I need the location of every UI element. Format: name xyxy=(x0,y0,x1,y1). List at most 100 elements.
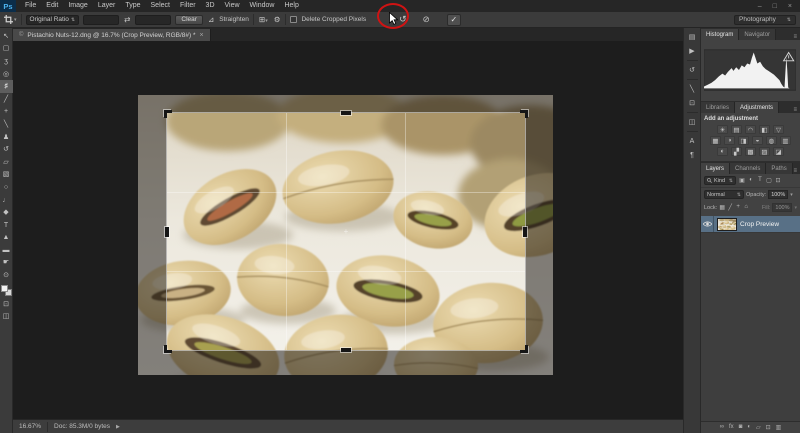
healing-brush-tool[interactable]: + xyxy=(0,106,13,119)
quick-selection-tool[interactable]: ◎ xyxy=(0,68,13,81)
black-white-icon[interactable]: ◨ xyxy=(738,136,749,145)
layer-name[interactable]: Crop Preview xyxy=(740,221,779,228)
layer-effects-icon[interactable]: fx xyxy=(729,424,734,431)
crop-center-marker[interactable]: + xyxy=(344,227,349,236)
channel-mixer-icon[interactable]: ◍ xyxy=(766,136,777,145)
crop-handle-right[interactable] xyxy=(523,226,527,237)
lock-position-icon[interactable]: + xyxy=(735,204,741,211)
crop-tool[interactable]: ♯ xyxy=(0,80,13,93)
posterize-icon[interactable]: ▞ xyxy=(731,147,742,156)
screen-mode-button[interactable]: ◫ xyxy=(0,310,13,323)
layer-thumbnail[interactable] xyxy=(717,217,737,231)
lasso-tool[interactable]: ʒ xyxy=(0,55,13,68)
delete-cropped-pixels-checkbox[interactable] xyxy=(290,16,298,23)
crop-height-input[interactable] xyxy=(135,14,172,25)
layer-filter-kind-select[interactable]: Kind ⇅ xyxy=(704,176,736,185)
straighten-icon[interactable]: ⊿ xyxy=(207,15,215,24)
crop-tool-icon[interactable]: ▾ xyxy=(4,15,17,24)
menu-item[interactable]: Filter xyxy=(175,0,201,12)
foreground-color-swatch[interactable] xyxy=(0,284,8,292)
actions-panel-icon[interactable]: ▶ xyxy=(686,46,699,56)
crop-handle-top[interactable] xyxy=(341,111,351,115)
divider[interactable] xyxy=(686,60,698,61)
filter-smart-objects-icon[interactable]: ⊡ xyxy=(774,177,782,184)
layer-mask-icon[interactable]: ◙ xyxy=(739,424,743,431)
clone-source-panel-icon[interactable]: ⊡ xyxy=(686,98,699,108)
marquee-tool[interactable]: ▢ xyxy=(0,43,13,56)
brightness-contrast-icon[interactable]: ☀ xyxy=(717,125,728,134)
minimize-button[interactable]: – xyxy=(758,3,762,10)
tab-libraries[interactable]: Libraries xyxy=(701,102,736,113)
crop-handle-left[interactable] xyxy=(165,226,169,237)
filter-shape-layers-icon[interactable]: ▢ xyxy=(765,177,773,184)
hand-tool[interactable]: ☛ xyxy=(0,257,13,270)
exposure-icon[interactable]: ◧ xyxy=(759,125,770,134)
lock-pixels-icon[interactable]: ╱ xyxy=(727,204,733,211)
crop-handle-bottom-right[interactable] xyxy=(520,345,528,353)
tab-navigator[interactable]: Navigator xyxy=(739,29,777,40)
divider[interactable] xyxy=(686,79,698,80)
crop-handle-top-right[interactable] xyxy=(520,110,528,118)
eraser-tool[interactable]: ▱ xyxy=(0,156,13,169)
history-brush-tool[interactable]: ↺ xyxy=(0,143,13,156)
lock-transparency-icon[interactable]: ▦ xyxy=(719,204,725,211)
selective-color-icon[interactable]: ◪ xyxy=(773,147,784,156)
document-tab[interactable]: © Pistachio Nuts-12.dng @ 16.7% (Crop Pr… xyxy=(13,29,211,41)
color-balance-icon[interactable]: ◑ xyxy=(724,136,735,145)
crop-handle-top-left[interactable] xyxy=(164,110,172,118)
lock-all-icon[interactable]: ⌂ xyxy=(743,204,749,211)
restore-button[interactable]: □ xyxy=(773,3,777,10)
commit-crop-button[interactable]: ✓ xyxy=(446,13,461,26)
tool-presets-panel-icon[interactable]: ◫ xyxy=(686,117,699,127)
tab-close-icon[interactable]: × xyxy=(200,32,204,39)
zoom-level[interactable]: 16.67% xyxy=(19,423,41,430)
aspect-ratio-select[interactable]: Original Ratio ⇅ xyxy=(25,14,80,25)
chevron-down-icon[interactable]: ▾ xyxy=(790,192,793,198)
divider[interactable] xyxy=(686,112,698,113)
shape-tool[interactable]: ▬ xyxy=(0,244,13,257)
filter-pixel-layers-icon[interactable]: ▣ xyxy=(738,177,746,184)
menu-item[interactable]: Window xyxy=(245,0,280,12)
gradient-map-icon[interactable]: ▨ xyxy=(759,147,770,156)
zoom-tool[interactable]: ⊙ xyxy=(0,269,13,282)
close-button[interactable]: × xyxy=(788,3,792,10)
status-flyout-icon[interactable]: ▶ xyxy=(116,424,120,430)
crop-box[interactable]: + xyxy=(164,110,528,353)
clear-button[interactable]: Clear xyxy=(175,14,203,25)
layer-visibility-toggle[interactable] xyxy=(701,216,714,232)
crop-handle-bottom[interactable] xyxy=(341,348,351,352)
menu-item[interactable]: Edit xyxy=(41,0,63,12)
history-panel-icon[interactable]: ↺ xyxy=(686,65,699,75)
layer-group-icon[interactable]: ▱ xyxy=(756,424,761,431)
blend-mode-select[interactable]: Normal ⇅ xyxy=(704,190,744,199)
menu-item[interactable]: View xyxy=(220,0,245,12)
layer-row-crop-preview[interactable]: Crop Preview xyxy=(701,216,800,232)
delete-cropped-pixels-label[interactable]: Delete Cropped Pixels xyxy=(301,16,366,23)
divider[interactable] xyxy=(686,131,698,132)
adjustment-layer-icon[interactable]: ◐ xyxy=(747,424,751,431)
blur-tool[interactable]: ○ xyxy=(0,181,13,194)
straighten-label[interactable]: Straighten xyxy=(219,16,249,23)
pen-tool[interactable]: ◆ xyxy=(0,206,13,219)
swap-dimensions-icon[interactable]: ⇄ xyxy=(123,15,131,24)
opacity-input[interactable]: 100% xyxy=(768,190,789,199)
curves-icon[interactable]: ◠ xyxy=(745,125,756,134)
tab-paths[interactable]: Paths xyxy=(766,163,793,174)
menu-item[interactable]: Type xyxy=(120,0,145,12)
link-layers-icon[interactable]: ∞ xyxy=(720,424,724,431)
clone-stamp-tool[interactable]: ♟ xyxy=(0,131,13,144)
move-tool[interactable]: ↖ xyxy=(0,30,13,43)
photo-filter-icon[interactable]: ◒ xyxy=(752,136,763,145)
canvas[interactable]: + xyxy=(13,41,683,419)
hue-saturation-icon[interactable]: ▦ xyxy=(710,136,721,145)
paragraph-panel-icon[interactable]: ¶ xyxy=(686,150,699,160)
menu-item[interactable]: Select xyxy=(146,0,175,12)
menu-item[interactable]: File xyxy=(20,0,41,12)
chevron-down-icon[interactable]: ▾ xyxy=(794,205,797,211)
color-swatches[interactable] xyxy=(0,284,12,296)
character-panel-icon[interactable]: A xyxy=(686,136,699,146)
tab-channels[interactable]: Channels xyxy=(730,163,767,174)
invert-icon[interactable]: ◐ xyxy=(717,147,728,156)
quick-mask-button[interactable]: ⊡ xyxy=(0,298,13,311)
levels-icon[interactable]: ▤ xyxy=(731,125,742,134)
